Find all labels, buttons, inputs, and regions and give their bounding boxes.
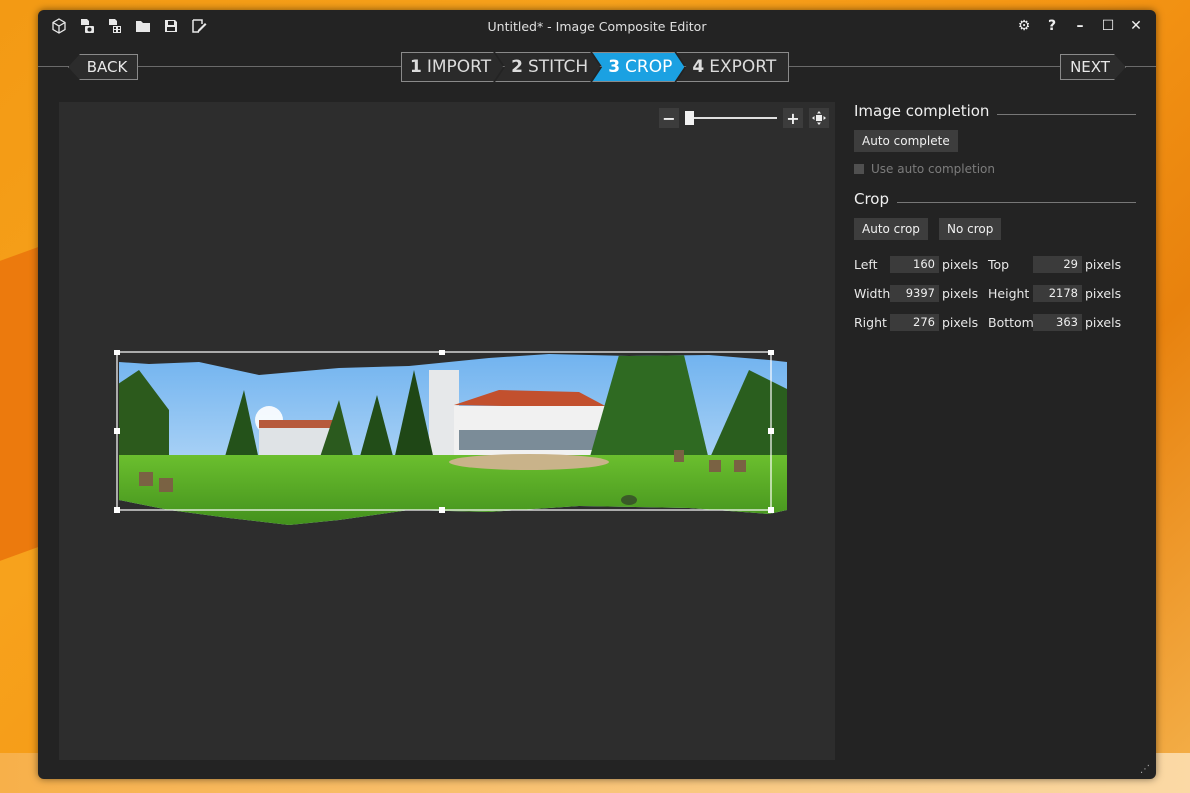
step-number: 2: [511, 57, 523, 77]
workflow-steps: 1 IMPORT 2 STITCH 3 CROP 4 EXPORT: [401, 52, 790, 82]
checkbox-box[interactable]: [854, 164, 864, 174]
zoom-in-button[interactable]: +: [783, 108, 803, 128]
width-field[interactable]: 9397: [890, 285, 939, 302]
window-title: Untitled* - Image Composite Editor: [487, 19, 707, 34]
zoom-slider-track: [685, 117, 777, 119]
step-number: 1: [410, 57, 422, 77]
unit-label: pixels: [1085, 286, 1122, 301]
crop-handle: [768, 350, 774, 355]
auto-crop-button[interactable]: Auto crop: [854, 218, 928, 240]
back-button[interactable]: BACK: [68, 54, 138, 80]
minimize-icon[interactable]: –: [1072, 16, 1088, 36]
app-window: Untitled* - Image Composite Editor ⚙ ? –…: [38, 10, 1156, 779]
section-title: Image completion: [854, 102, 990, 120]
window-controls: ⚙ ? – ☐ ✕: [1016, 16, 1144, 36]
checkbox-label: Use auto completion: [871, 162, 996, 176]
title-bar: Untitled* - Image Composite Editor ⚙ ? –…: [38, 10, 1156, 44]
width-label: Width: [854, 286, 891, 301]
settings-icon[interactable]: ⚙: [1016, 16, 1032, 36]
right-field[interactable]: 276: [890, 314, 939, 331]
crop-handle: [114, 428, 120, 434]
top-label: Top: [988, 257, 1010, 272]
crop-handle: [768, 507, 774, 513]
auto-complete-button[interactable]: Auto complete: [854, 130, 958, 152]
height-field[interactable]: 2178: [1033, 285, 1082, 302]
step-stitch[interactable]: 2 STITCH: [495, 52, 600, 82]
step-label: CROP: [625, 57, 673, 77]
image-completion-header: Image completion: [854, 102, 1136, 120]
section-rule: [997, 113, 1136, 115]
settings-panel: Image completion Auto complete Use auto …: [854, 102, 1136, 331]
no-crop-button[interactable]: No crop: [939, 218, 1002, 240]
zoom-slider[interactable]: [685, 108, 777, 128]
step-label: IMPORT: [426, 57, 492, 77]
crop-handle: [439, 507, 445, 513]
zoom-controls: − +: [659, 108, 829, 128]
maximize-icon[interactable]: ☐: [1100, 16, 1116, 36]
panorama-image: [119, 354, 787, 525]
crop-header: Crop: [854, 190, 1136, 208]
right-label: Right: [854, 315, 887, 330]
bottom-label: Bottom: [988, 315, 1034, 330]
step-export[interactable]: 4 EXPORT: [676, 52, 790, 82]
zoom-slider-thumb[interactable]: [685, 111, 694, 125]
step-number: 4: [692, 57, 705, 77]
crop-handle: [114, 507, 120, 513]
step-number: 3: [608, 57, 621, 77]
next-button[interactable]: NEXT: [1060, 54, 1126, 80]
left-field[interactable]: 160: [890, 256, 939, 273]
crop-handle: [114, 350, 120, 355]
top-field[interactable]: 29: [1033, 256, 1082, 273]
unit-label: pixels: [942, 257, 979, 272]
section-rule: [897, 201, 1136, 203]
unit-label: pixels: [942, 315, 979, 330]
section-title: Crop: [854, 190, 890, 208]
use-auto-completion-checkbox[interactable]: Use auto completion: [854, 162, 1136, 176]
resize-grip-icon[interactable]: ⋰: [1140, 764, 1150, 775]
panorama-preview[interactable]: [109, 350, 789, 535]
unit-label: pixels: [1085, 257, 1122, 272]
close-icon[interactable]: ✕: [1128, 16, 1144, 36]
left-label: Left: [854, 257, 878, 272]
help-icon[interactable]: ?: [1044, 16, 1060, 36]
step-crop[interactable]: 3 CROP: [592, 52, 684, 82]
crop-handle: [439, 350, 445, 355]
zoom-out-button[interactable]: −: [659, 108, 679, 128]
height-label: Height: [988, 286, 1030, 301]
step-label: STITCH: [527, 57, 589, 77]
bottom-field[interactable]: 363: [1033, 314, 1082, 331]
image-canvas[interactable]: − +: [59, 102, 835, 760]
unit-label: pixels: [1085, 315, 1122, 330]
step-import[interactable]: 1 IMPORT: [401, 52, 503, 82]
crop-handle: [768, 428, 774, 434]
step-label: EXPORT: [709, 57, 777, 77]
crop-fields: Left 160 pixels Top 29 pixels Width 9397…: [854, 256, 1136, 331]
unit-label: pixels: [942, 286, 979, 301]
fit-to-window-icon[interactable]: [809, 108, 829, 128]
